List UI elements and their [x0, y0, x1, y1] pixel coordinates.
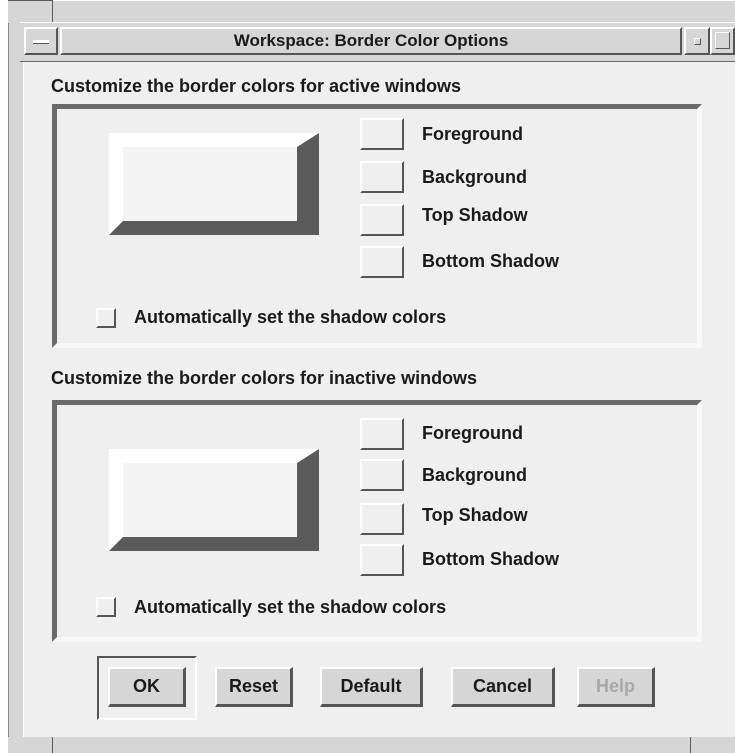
window-menu-button[interactable]: [24, 27, 58, 55]
inactive-background-swatch[interactable]: [360, 459, 404, 491]
active-auto-shadow-checkbox[interactable]: [96, 308, 116, 328]
window-title[interactable]: Workspace: Border Color Options: [60, 27, 682, 55]
inactive-auto-shadow-label[interactable]: Automatically set the shadow colors: [134, 596, 446, 618]
help-button[interactable]: Help: [577, 667, 655, 707]
inactive-auto-shadow-checkbox[interactable]: [96, 597, 116, 617]
active-foreground-swatch[interactable]: [360, 118, 404, 150]
minimize-icon: [694, 38, 701, 45]
maximize-button[interactable]: [710, 27, 735, 55]
inactive-background-label: Background: [422, 465, 528, 485]
default-button[interactable]: Default: [320, 667, 423, 707]
active-section-heading: Customize the border colors for active w…: [51, 76, 462, 96]
maximize-icon: [715, 32, 730, 49]
active-bottom-shadow-swatch[interactable]: [360, 246, 404, 278]
inactive-color-group: Foreground Background Top Shadow Bottom …: [52, 400, 702, 642]
inactive-bottom-shadow-label: Bottom Shadow: [422, 549, 559, 569]
minimize-button[interactable]: [684, 27, 710, 55]
frame-corner-bottom-right: [690, 737, 691, 753]
active-top-shadow-label: Top Shadow: [422, 205, 528, 225]
active-auto-shadow-label[interactable]: Automatically set the shadow colors: [134, 306, 446, 328]
title-bar[interactable]: Workspace: Border Color Options: [20, 22, 735, 62]
dialog-body: Customize the border colors for active w…: [24, 62, 735, 737]
cancel-button[interactable]: Cancel: [451, 667, 555, 707]
inactive-border-preview: [109, 449, 319, 551]
frame-corner-top: [8, 0, 53, 1]
window-menu-icon: [33, 40, 49, 44]
active-bottom-shadow-label: Bottom Shadow: [422, 251, 559, 271]
inactive-bottom-shadow-swatch[interactable]: [360, 544, 404, 576]
frame-corner-mark: [52, 0, 53, 22]
window-frame-top[interactable]: [8, 0, 735, 23]
inactive-foreground-swatch[interactable]: [360, 418, 404, 450]
reset-button[interactable]: Reset: [215, 667, 293, 707]
active-background-label: Background: [422, 167, 528, 187]
ok-button[interactable]: OK: [108, 667, 186, 707]
inactive-section-heading: Customize the border colors for inactive…: [51, 368, 478, 388]
active-color-group: Foreground Background Top Shadow Bottom …: [52, 104, 702, 348]
active-background-swatch[interactable]: [360, 161, 404, 193]
active-top-shadow-swatch[interactable]: [360, 204, 404, 236]
active-border-preview: [109, 133, 319, 235]
frame-corner-bottom: [52, 737, 53, 753]
inactive-top-shadow-swatch[interactable]: [360, 503, 404, 535]
window-frame-bottom[interactable]: [8, 737, 735, 753]
inactive-top-shadow-label: Top Shadow: [422, 505, 528, 525]
window-frame-left[interactable]: [8, 0, 23, 753]
inactive-foreground-label: Foreground: [422, 423, 523, 443]
active-foreground-label: Foreground: [422, 124, 523, 144]
